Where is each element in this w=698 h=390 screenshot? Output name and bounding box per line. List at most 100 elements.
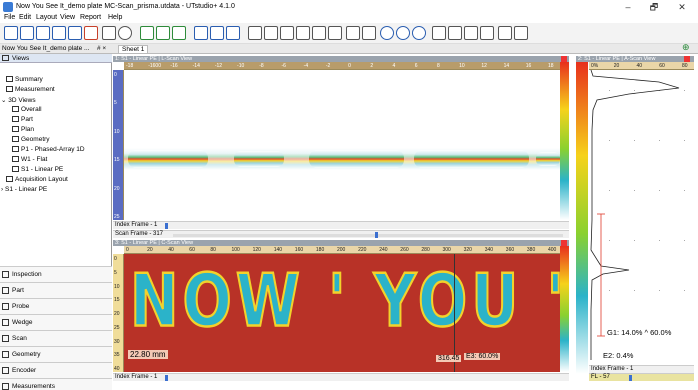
tool-2-icon[interactable] [264, 26, 278, 40]
grid-icon[interactable] [362, 26, 376, 40]
tree-item-plan[interactable]: Plan [12, 126, 34, 133]
menu-edit[interactable]: Edit [19, 14, 31, 21]
lscan-index-knob[interactable] [165, 223, 168, 229]
ascan-fl-frame[interactable]: FL - 57 [589, 373, 694, 381]
zoom-in-icon[interactable] [380, 26, 394, 40]
cscan-ruler-tick: 220 [358, 247, 367, 253]
measurement-icon [6, 86, 13, 92]
menu-help[interactable]: Help [108, 14, 122, 21]
cscan-ruler-tick: 0 [126, 247, 129, 253]
probe-button[interactable]: Probe [0, 298, 112, 314]
ascan-index-frame[interactable]: Index Frame - 1 [589, 365, 694, 373]
encoder-button[interactable]: Encoder [0, 362, 112, 378]
close-button[interactable]: ✕ [672, 1, 692, 13]
cscan-vruler-tick: 30 [114, 338, 120, 345]
tree-item-scan[interactable]: S1 - Linear PE [12, 166, 63, 173]
inspection-icon [2, 271, 9, 278]
menu-file[interactable]: File [4, 14, 15, 21]
ascan-canvas[interactable]: G1: 14.0% ^ 60.0% E2: 0.4% [589, 69, 694, 360]
menu-layout[interactable]: Layout [36, 14, 57, 21]
document-tab[interactable]: Now You See It_demo plate ... [2, 45, 89, 52]
tree-item-measurement[interactable]: Measurement [6, 86, 55, 93]
tree-item-s1-linear[interactable]: › S1 - Linear PE [1, 186, 47, 193]
tree-item-acquisition-layout[interactable]: Acquisition Layout [6, 176, 68, 183]
lscan-ruler-tick: 12 [481, 63, 487, 69]
export-icon[interactable] [68, 26, 82, 40]
cscan-ruler-tick: 60 [189, 247, 195, 253]
lscan-echo-5 [536, 152, 560, 166]
tree-item-summary[interactable]: Summary [6, 76, 43, 83]
open-recent-icon[interactable] [36, 26, 50, 40]
palette-icon[interactable] [102, 26, 116, 40]
sheet-tab[interactable]: Sheet 1 [118, 45, 149, 54]
cscan-ruler-tick: 380 [526, 247, 536, 253]
tool-3-icon[interactable] [280, 26, 294, 40]
crosshair-icon[interactable] [448, 26, 462, 40]
filter-icon[interactable] [346, 26, 360, 40]
lscan-vruler-tick: 20 [114, 185, 120, 192]
cscan-ruler-tick: 80 [210, 247, 216, 253]
open-folder-icon[interactable] [20, 26, 34, 40]
cscan-ruler-tick: 40 [168, 247, 174, 253]
fl-frame-knob[interactable] [629, 375, 632, 381]
utstudio-app: Now You See It_demo plate MC-Scan_prisma… [0, 0, 698, 390]
lscan-canvas[interactable] [124, 70, 560, 220]
summary-icon [6, 76, 13, 82]
restore-button[interactable]: 🗗 [644, 1, 664, 13]
unlink-icon[interactable] [480, 26, 494, 40]
menu-report[interactable]: Report [80, 14, 101, 21]
view-1-icon[interactable] [194, 26, 208, 40]
new-file-icon[interactable] [4, 26, 18, 40]
cscan-index-frame[interactable]: Index Frame - 1 [113, 373, 569, 381]
minimize-button[interactable]: – [618, 1, 638, 13]
add-sheet-icon[interactable]: ⊕ [682, 42, 690, 53]
geometry-button[interactable]: Geometry [0, 346, 112, 362]
document-tab-close[interactable]: # × [97, 45, 106, 52]
layout-3-icon[interactable] [172, 26, 186, 40]
scan-button[interactable]: Scan [0, 330, 112, 346]
toolbar [0, 23, 698, 44]
save-icon[interactable] [52, 26, 66, 40]
views-header: Views [0, 54, 112, 63]
part-button[interactable]: Part [0, 282, 112, 298]
geometry-icon [12, 136, 19, 142]
inspection-button[interactable]: Inspection [0, 266, 112, 282]
zoom-reset-icon[interactable] [412, 26, 426, 40]
cscan-ruler-tick: 240 [379, 247, 388, 253]
measurements-button[interactable]: Measurements [0, 378, 112, 390]
view-3-icon[interactable] [226, 26, 240, 40]
tool-1-icon[interactable] [248, 26, 262, 40]
tree-item-probe[interactable]: P1 - Phased-Array 1D [12, 146, 85, 153]
lscan-index-frame[interactable]: Index Frame - 1 [113, 221, 569, 229]
lscan-image [124, 148, 560, 170]
report-icon[interactable] [84, 26, 98, 40]
percent-db-icon[interactable] [328, 26, 342, 40]
tree-item-part[interactable]: Part [12, 116, 33, 123]
cscan-canvas[interactable]: NOW ' YOU ' SEE ' IT 22.80 mm 316.45 E3:… [124, 254, 560, 372]
view-2-icon[interactable] [210, 26, 224, 40]
panel-2-icon[interactable] [514, 26, 528, 40]
link-icon[interactable] [464, 26, 478, 40]
tree-item-overall[interactable]: Overall [12, 106, 42, 113]
layout-2-icon[interactable] [156, 26, 170, 40]
panel-1-icon[interactable] [498, 26, 512, 40]
scan-frame-knob[interactable] [375, 232, 378, 238]
percent-icon[interactable] [312, 26, 326, 40]
tool-4-icon[interactable] [296, 26, 310, 40]
contrast-icon[interactable] [118, 26, 132, 40]
encoder-icon [2, 367, 9, 374]
cscan-index-knob[interactable] [165, 375, 168, 381]
tree-item-geometry[interactable]: Geometry [12, 136, 50, 143]
cscan-ruler-tick: 160 [294, 247, 304, 253]
lscan-colorbar [560, 62, 569, 220]
tree-item-3d-views[interactable]: ⌄ 3D Views [1, 96, 36, 104]
zoom-out-icon[interactable] [396, 26, 410, 40]
tree-item-wedge[interactable]: W1 - Flat [12, 156, 47, 163]
cursor-icon[interactable] [432, 26, 446, 40]
lscan-scan-frame[interactable]: Scan Frame - 317 [113, 230, 569, 238]
scan-frame-slider[interactable] [173, 234, 563, 237]
menu-view[interactable]: View [60, 14, 75, 21]
layout-1-icon[interactable] [140, 26, 154, 40]
wedge-button[interactable]: Wedge [0, 314, 112, 330]
cscan-ruler-tick: 120 [252, 247, 261, 253]
